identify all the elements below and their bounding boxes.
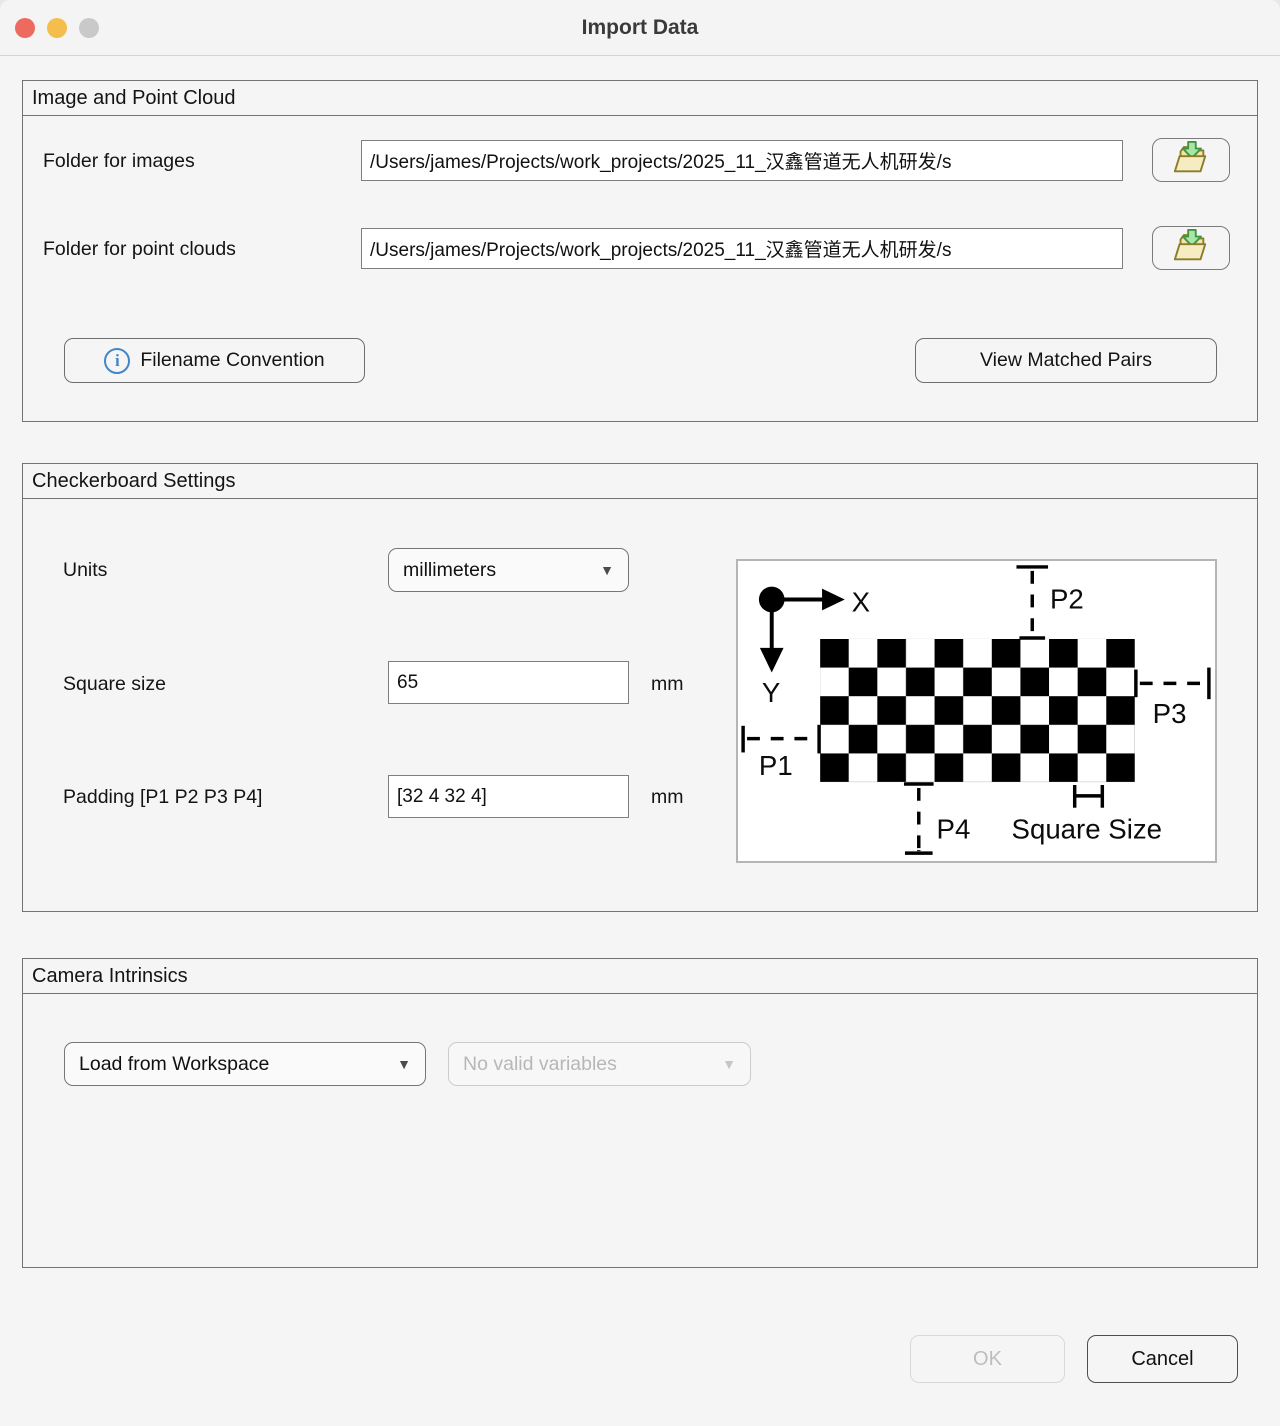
padding-unit-label: mm <box>651 786 684 809</box>
padding-label: Padding [P1 P2 P3 P4] <box>63 786 262 809</box>
image-point-cloud-title: Image and Point Cloud <box>23 81 1257 116</box>
camera-intrinsics-title: Camera Intrinsics <box>23 959 1257 994</box>
import-data-dialog: Import Data Image and Point Cloud Folder… <box>0 0 1280 1426</box>
x-axis-label: X <box>852 586 870 617</box>
ok-button[interactable]: OK <box>910 1335 1065 1383</box>
image-point-cloud-group: Image and Point Cloud Folder for images … <box>22 80 1258 422</box>
view-matched-pairs-button[interactable]: View Matched Pairs <box>915 338 1217 383</box>
checkerboard-settings-group: Checkerboard Settings Units millimeters … <box>22 463 1258 912</box>
square-size-unit-label: mm <box>651 673 684 696</box>
checkerboard-pattern <box>820 639 1135 782</box>
checkerboard-diagram: X Y P1 P2 <box>736 559 1217 863</box>
browse-point-clouds-button[interactable] <box>1152 226 1230 270</box>
info-icon: i <box>104 348 130 374</box>
p1-label: P1 <box>759 750 793 781</box>
p3-label: P3 <box>1153 698 1187 729</box>
view-matched-pairs-label: View Matched Pairs <box>980 349 1152 372</box>
p2-measure <box>1016 567 1048 638</box>
checkerboard-settings-title: Checkerboard Settings <box>23 464 1257 499</box>
camera-intrinsics-group: Camera Intrinsics Load from Workspace ▼ … <box>22 958 1258 1268</box>
window-title: Import Data <box>0 0 1280 56</box>
units-dropdown[interactable]: millimeters ▼ <box>388 548 629 592</box>
square-size-diagram-label: Square Size <box>1012 813 1163 844</box>
p3-measure <box>1136 668 1209 700</box>
y-axis-label: Y <box>762 677 780 708</box>
p1-measure <box>743 725 819 754</box>
square-size-label: Square size <box>63 673 166 696</box>
intrinsics-variables-dropdown: No valid variables ▼ <box>448 1042 751 1086</box>
folder-images-input[interactable] <box>361 140 1123 181</box>
p2-label: P2 <box>1050 583 1084 614</box>
chevron-down-icon: ▼ <box>600 562 614 578</box>
units-label: Units <box>63 559 107 582</box>
browse-images-button[interactable] <box>1152 138 1230 182</box>
folder-images-label: Folder for images <box>43 150 195 173</box>
square-size-input[interactable] <box>388 661 629 704</box>
p4-label: P4 <box>937 813 971 844</box>
title-bar: Import Data <box>0 0 1280 56</box>
intrinsics-source-dropdown[interactable]: Load from Workspace ▼ <box>64 1042 426 1086</box>
filename-convention-label: Filename Convention <box>140 349 324 372</box>
open-folder-icon <box>1170 140 1212 181</box>
square-size-bracket <box>1075 785 1103 808</box>
chevron-down-icon: ▼ <box>397 1056 411 1072</box>
folder-point-clouds-input[interactable] <box>361 228 1123 269</box>
open-folder-icon <box>1170 228 1212 269</box>
intrinsics-variables-value: No valid variables <box>463 1053 617 1076</box>
cancel-button[interactable]: Cancel <box>1087 1335 1238 1383</box>
folder-point-clouds-label: Folder for point clouds <box>43 238 236 261</box>
chevron-down-icon: ▼ <box>722 1056 736 1072</box>
padding-input[interactable] <box>388 775 629 818</box>
filename-convention-button[interactable]: i Filename Convention <box>64 338 365 383</box>
units-value: millimeters <box>403 559 496 582</box>
intrinsics-source-value: Load from Workspace <box>79 1053 269 1076</box>
